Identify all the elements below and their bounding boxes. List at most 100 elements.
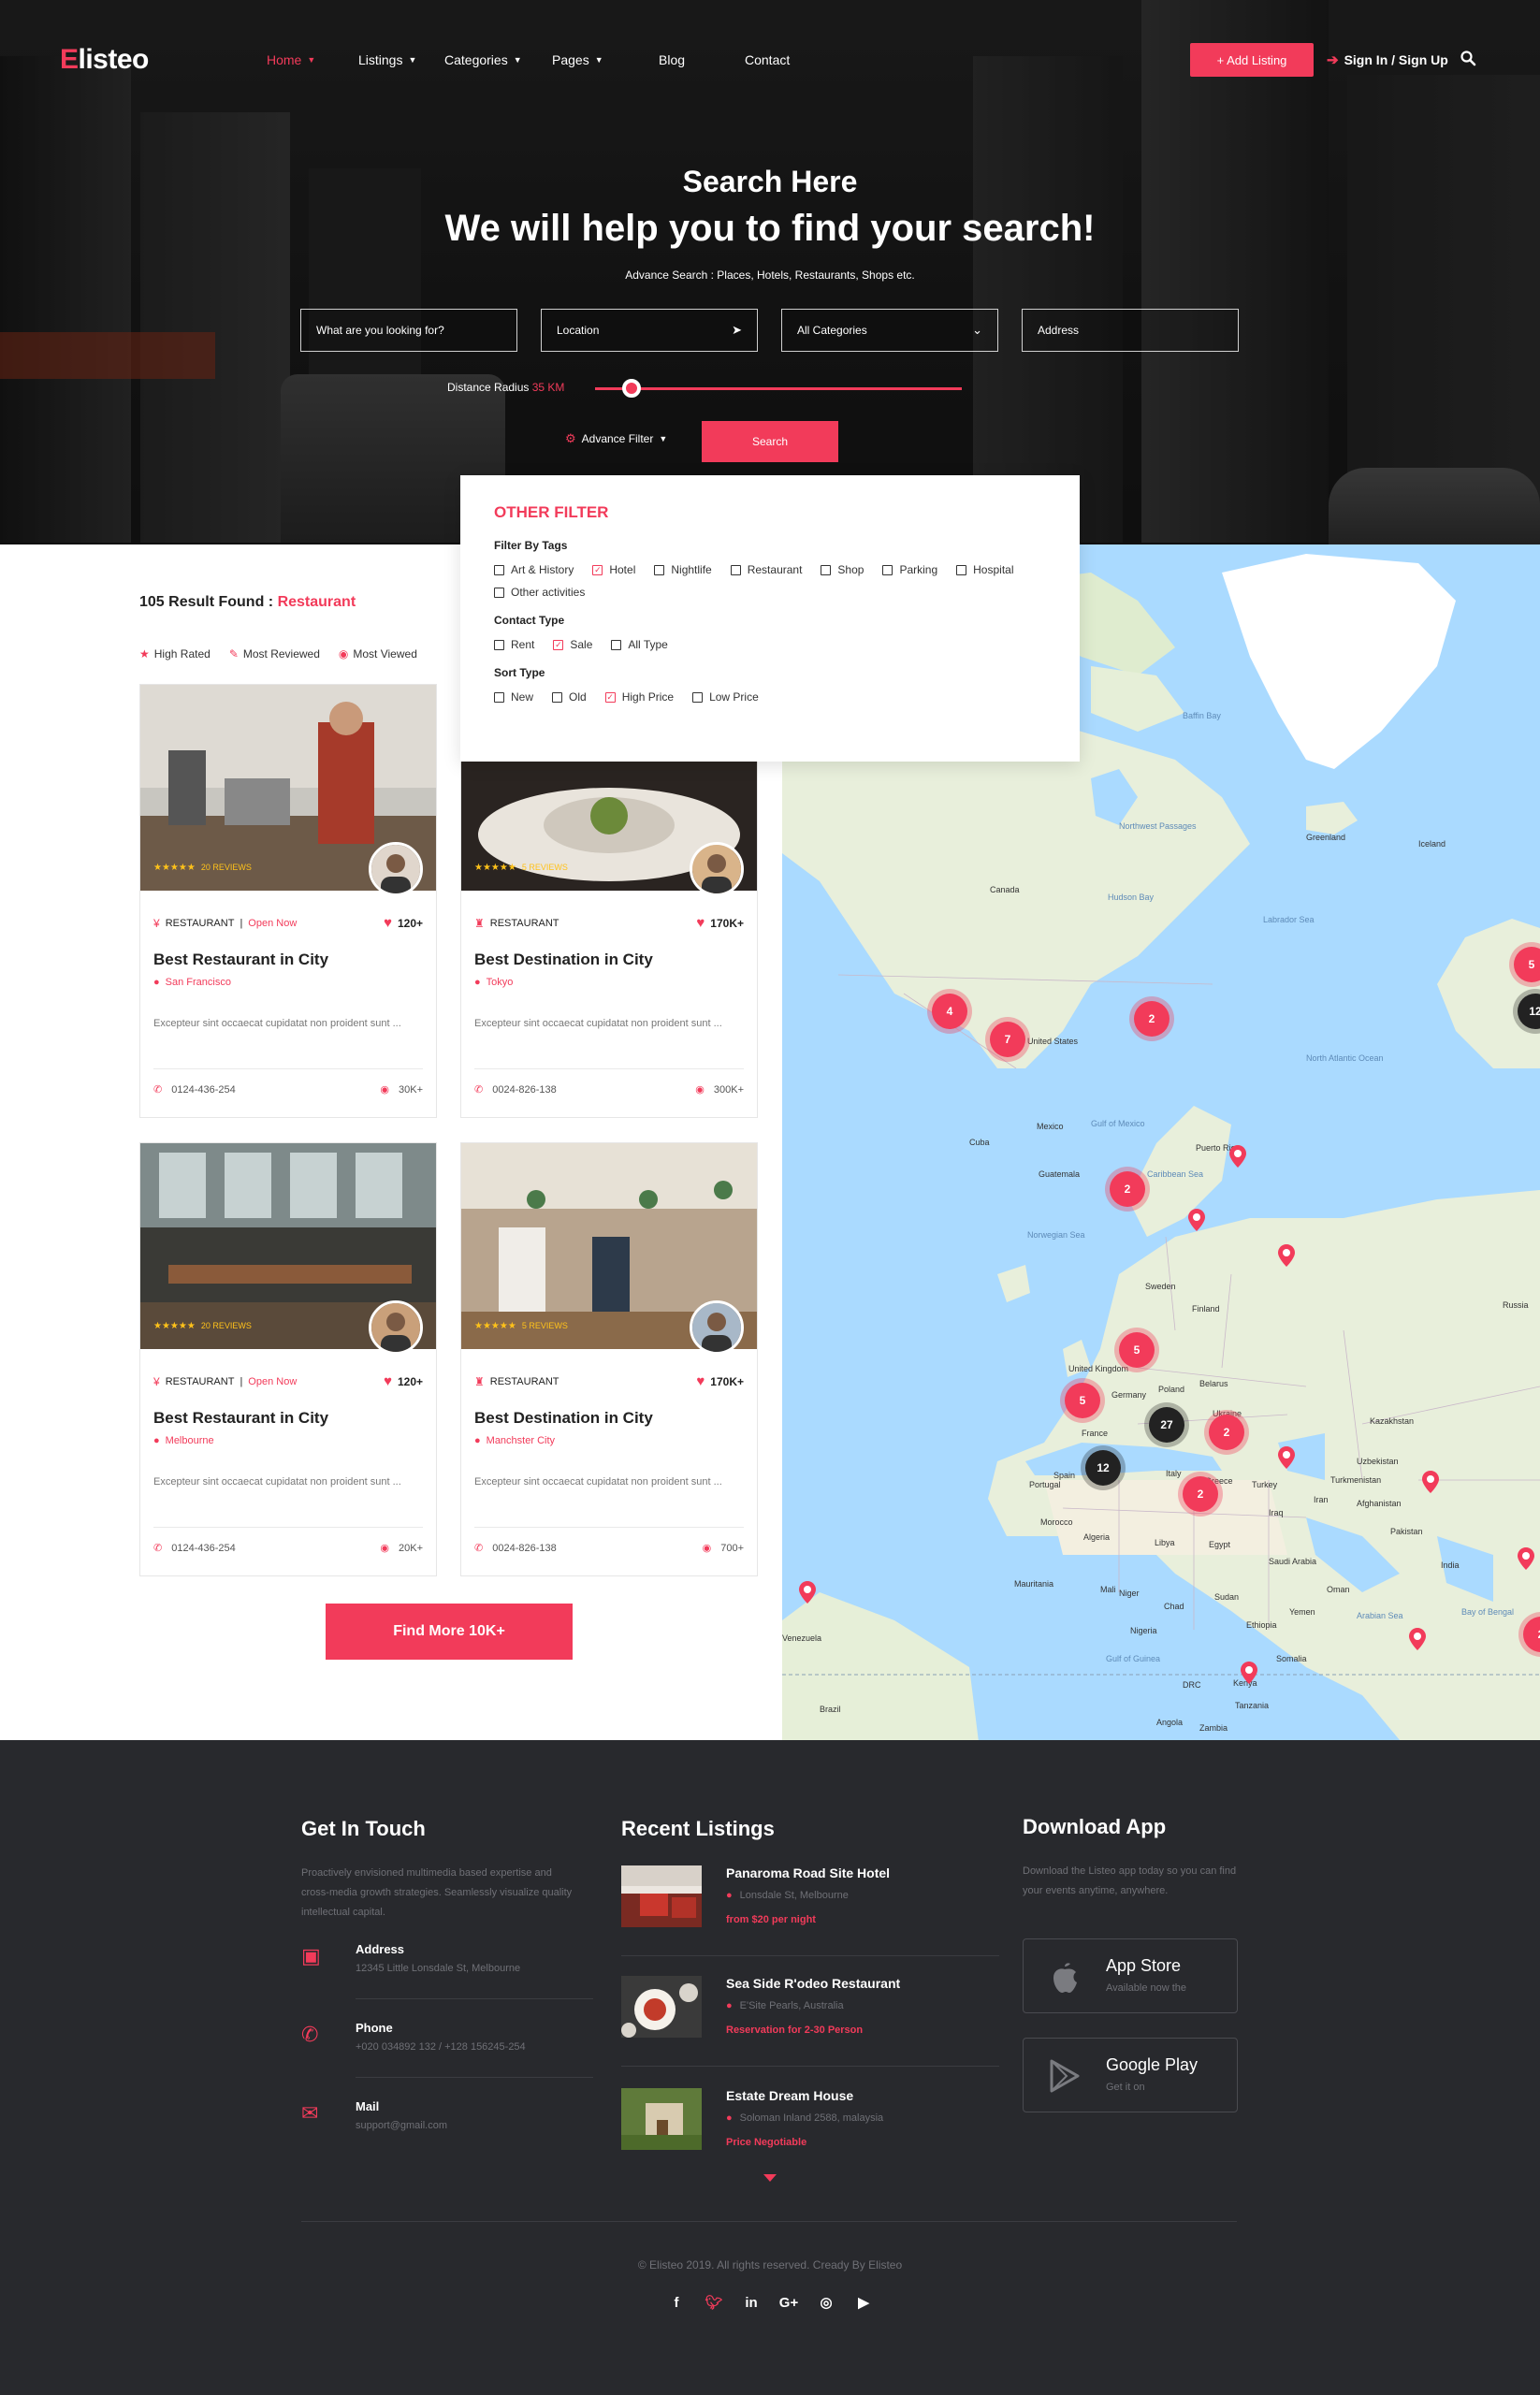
nav-item-pages[interactable]: Pages ▼ <box>552 52 603 67</box>
checkbox-empty-icon[interactable] <box>956 564 967 575</box>
checkbox-empty-icon[interactable] <box>552 691 563 703</box>
logo[interactable]: Elisteo <box>60 44 149 76</box>
sign-in-link[interactable]: ➔ Sign In / Sign Up <box>1327 51 1448 68</box>
checkbox-checked-icon[interactable]: ✓ <box>553 639 564 650</box>
checkbox-checked-icon[interactable]: ✓ <box>604 691 616 703</box>
map-cluster[interactable]: 2 <box>1209 1415 1244 1450</box>
map-cluster[interactable]: 12 <box>1085 1450 1121 1486</box>
checkbox-empty-icon[interactable] <box>494 587 504 598</box>
nav-item-home[interactable]: Home ▼ <box>267 52 315 67</box>
tag-checkbox[interactable]: ✓ Hotel <box>592 561 635 578</box>
contact-type-checkbox[interactable]: ✓ Sale <box>553 636 592 653</box>
avatar[interactable] <box>369 842 423 896</box>
google-play-button[interactable]: Google Play Get it on <box>1023 2038 1238 2112</box>
twitter-icon[interactable]: 🐦︎ <box>705 2294 722 2311</box>
checkbox-empty-icon[interactable] <box>654 564 665 575</box>
map-pin-icon[interactable] <box>1241 1662 1257 1684</box>
keyword-input[interactable]: What are you looking for? <box>300 309 517 352</box>
youtube-icon[interactable]: ▶ <box>855 2294 872 2311</box>
listing-card[interactable]: ★★★★★ 20 REVIEWS ¥ RESTAURANT | Open Now ♥ 120+… <box>139 1142 437 1576</box>
listing-title[interactable]: Best Restaurant in City <box>153 951 328 969</box>
checkbox-empty-icon[interactable] <box>730 564 741 575</box>
nav-item-contact[interactable]: Contact <box>745 52 790 67</box>
map-cluster[interactable]: 2 <box>1183 1476 1218 1512</box>
map-pin-icon[interactable] <box>1188 1209 1205 1231</box>
app-store-button[interactable]: App Store Available now the <box>1023 1938 1238 2013</box>
avatar[interactable] <box>690 1300 744 1355</box>
checkbox-empty-icon[interactable] <box>692 691 704 703</box>
like-button[interactable]: ♥ 170K+ <box>696 915 744 931</box>
like-button[interactable]: ♥ 170K+ <box>696 1373 744 1389</box>
contact-type-checkbox[interactable]: All Type <box>611 636 668 653</box>
address-input[interactable]: Address <box>1022 309 1239 352</box>
tag-checkbox[interactable]: Hospital <box>956 561 1014 578</box>
checkbox-empty-icon[interactable] <box>821 564 832 575</box>
sort-most-reviewed[interactable]: ✎ Most Reviewed <box>229 647 320 660</box>
map-cluster[interactable]: 4 <box>932 994 967 1029</box>
avatar[interactable] <box>690 842 744 896</box>
map-cluster[interactable]: 5 <box>1065 1383 1100 1418</box>
location-input[interactable]: Location ➤ <box>541 309 758 352</box>
advance-filter-toggle[interactable]: ⚙ Advance Filter ▼ <box>565 431 667 446</box>
tag-checkbox[interactable]: Parking <box>882 561 937 578</box>
google-plus-icon[interactable]: G+ <box>779 2294 798 2311</box>
listing-card[interactable]: ★★★★★ 5 REVIEWS ♜ RESTAURANT ♥ 170K+ Best Dest… <box>460 1142 758 1576</box>
listing-title[interactable]: Best Restaurant in City <box>153 1409 328 1428</box>
map-cluster[interactable]: 7 <box>990 1022 1025 1057</box>
sort-type-checkbox[interactable]: Low Price <box>692 689 759 705</box>
like-button[interactable]: ♥ 120+ <box>384 1373 423 1389</box>
search-button[interactable]: Search <box>702 421 838 462</box>
map-pin-icon[interactable] <box>1422 1471 1439 1493</box>
search-icon[interactable] <box>1460 50 1476 66</box>
listing-title[interactable]: Best Destination in City <box>474 1409 653 1428</box>
checkbox-empty-icon[interactable] <box>611 639 622 650</box>
sort-type-checkbox[interactable]: ✓ High Price <box>604 689 674 705</box>
tag-checkbox[interactable]: Shop <box>821 561 864 578</box>
map-cluster[interactable]: 2 <box>1134 1001 1170 1037</box>
avatar[interactable] <box>369 1300 423 1355</box>
find-more-button[interactable]: Find More 10K+ <box>326 1604 573 1660</box>
nav-item-blog[interactable]: Blog <box>659 52 685 67</box>
listing-phone[interactable]: ✆ 0124-436-254 <box>153 1542 236 1554</box>
tag-checkbox[interactable]: Art & History <box>494 561 574 578</box>
checkbox-empty-icon[interactable] <box>494 564 504 575</box>
linkedin-icon[interactable]: in <box>743 2294 760 2311</box>
checkbox-checked-icon[interactable]: ✓ <box>592 564 603 575</box>
sort-type-checkbox[interactable]: Old <box>552 689 587 705</box>
map-pin-icon[interactable] <box>799 1581 816 1604</box>
tag-checkbox[interactable]: Nightlife <box>654 561 712 578</box>
map-pin-icon[interactable] <box>1278 1244 1295 1267</box>
checkbox-empty-icon[interactable] <box>882 564 893 575</box>
sort-high-rated[interactable]: ★ High Rated <box>139 647 211 660</box>
recent-listing[interactable]: Panaroma Road Site Hotel ● Lonsdale St, M… <box>621 1865 999 1959</box>
nav-item-listings[interactable]: Listings ▼ <box>358 52 416 67</box>
map-pin-icon[interactable] <box>1409 1628 1426 1650</box>
contact-type-checkbox[interactable]: Rent <box>494 636 534 653</box>
sort-type-checkbox[interactable]: New <box>494 689 533 705</box>
checkbox-empty-icon[interactable] <box>494 639 504 650</box>
listing-phone[interactable]: ✆ 0024-826-138 <box>474 1083 557 1096</box>
instagram-icon[interactable]: ◎ <box>818 2294 835 2311</box>
nav-item-categories[interactable]: Categories ▼ <box>444 52 522 67</box>
map-pin-icon[interactable] <box>1229 1145 1246 1168</box>
map-cluster[interactable]: 2 <box>1110 1171 1145 1207</box>
caret-down-icon[interactable] <box>763 2174 777 2182</box>
distance-slider-track[interactable] <box>595 387 962 390</box>
category-select[interactable]: All Categories ⌄ <box>781 309 998 352</box>
tag-checkbox[interactable]: Other activities <box>494 584 585 601</box>
sort-most-viewed[interactable]: ◉ Most Viewed <box>339 647 417 660</box>
recent-listing[interactable]: Estate Dream House ● Soloman Inland 2588,… <box>621 2088 999 2182</box>
checkbox-empty-icon[interactable] <box>494 691 504 703</box>
map-cluster[interactable]: 5 <box>1119 1332 1155 1368</box>
add-listing-button[interactable]: + Add Listing <box>1190 43 1314 77</box>
like-button[interactable]: ♥ 120+ <box>384 915 423 931</box>
recent-listing[interactable]: Sea Side R'odeo Restaurant ● E'Site Pearl… <box>621 1976 999 2069</box>
locate-arrow-icon[interactable]: ➤ <box>732 323 742 338</box>
tag-checkbox[interactable]: Restaurant <box>730 561 802 578</box>
listing-title[interactable]: Best Destination in City <box>474 951 653 969</box>
listing-card[interactable]: ★★★★★ 20 REVIEWS ¥ RESTAURANT | Open Now ♥ 120+… <box>139 684 437 1118</box>
listing-phone[interactable]: ✆ 0124-436-254 <box>153 1083 236 1096</box>
map-pin-icon[interactable] <box>1518 1547 1534 1570</box>
listing-phone[interactable]: ✆ 0024-826-138 <box>474 1542 557 1554</box>
facebook-icon[interactable]: f <box>668 2294 685 2311</box>
